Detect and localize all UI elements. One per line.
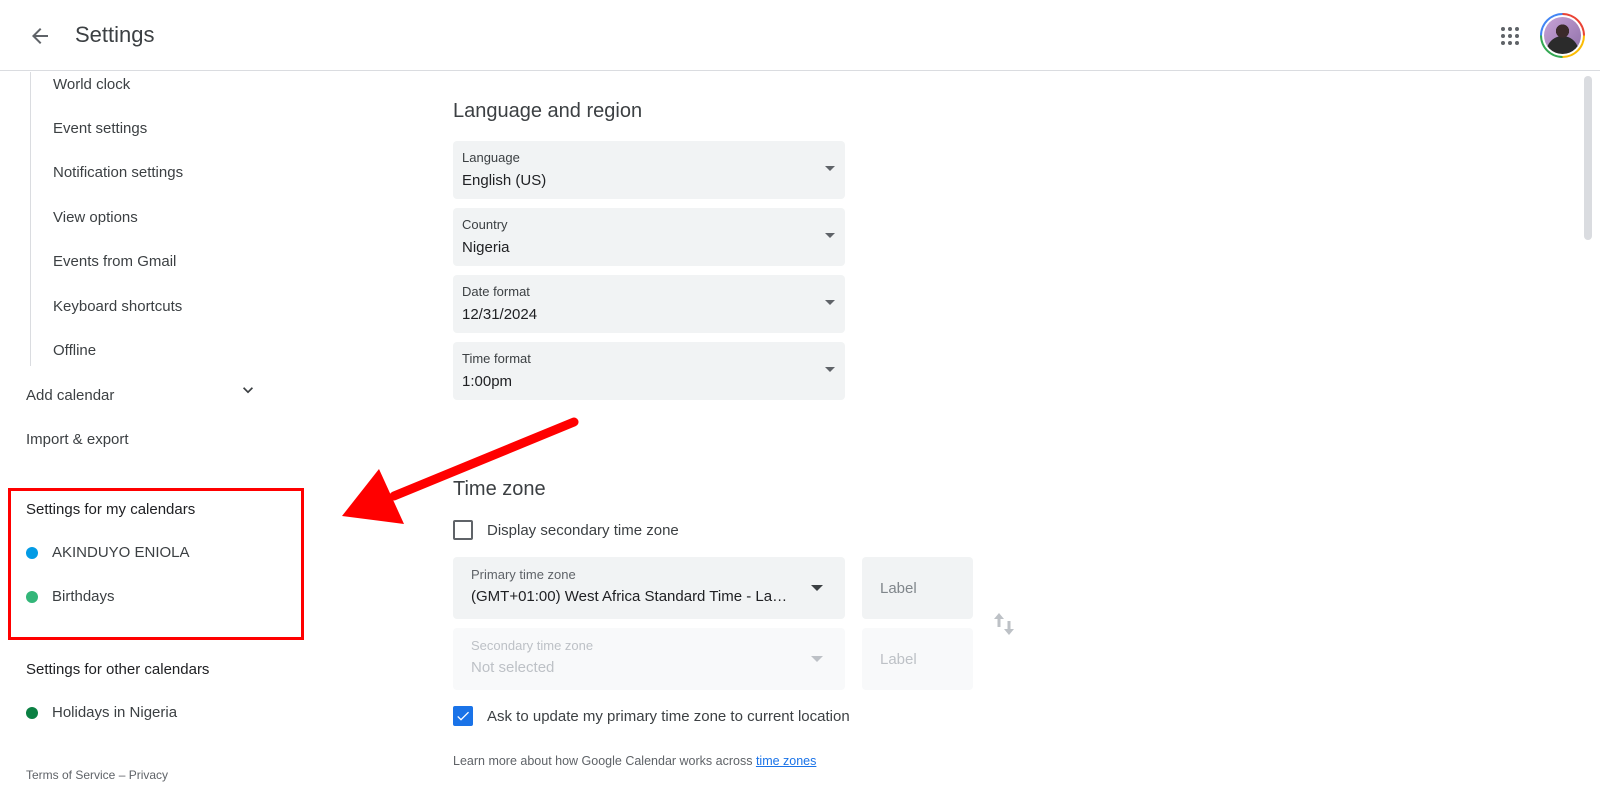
calendar-item-holidays-in-nigeria[interactable]: Holidays in Nigeria (26, 704, 177, 721)
field-value: (GMT+01:00) West Africa Standard Time - … (471, 588, 791, 605)
avatar-photo (1544, 17, 1581, 54)
page-title: Settings (75, 22, 155, 47)
secondary-tz-label-input (862, 628, 973, 690)
checkbox-unchecked[interactable] (453, 520, 473, 540)
checkbox-label: Display secondary time zone (487, 521, 679, 539)
checkbox-checked[interactable] (453, 706, 473, 726)
sidebar-item-offline[interactable]: Offline (53, 342, 96, 359)
calendar-color-dot (26, 706, 38, 719)
field-label: Time format (462, 351, 531, 366)
dropdown-arrow-icon (811, 585, 823, 591)
date-format-select[interactable]: Date format 12/31/2024 (453, 275, 845, 333)
field-label: Primary time zone (471, 567, 576, 582)
language-select[interactable]: Language English (US) (453, 141, 845, 199)
field-label: Date format (462, 284, 530, 299)
learn-more-text: Learn more about how Google Calendar wor… (453, 754, 816, 768)
sidebar-item-import-export[interactable]: Import & export (26, 431, 129, 448)
other-calendars-heading: Settings for other calendars (26, 661, 210, 678)
back-button[interactable] (20, 16, 60, 56)
privacy-link[interactable]: Privacy (129, 768, 168, 782)
checkbox-label: Ask to update my primary time zone to cu… (487, 707, 850, 725)
field-label: Language (462, 150, 520, 165)
field-value: 1:00pm (462, 373, 513, 390)
apps-grid-icon (1501, 27, 1519, 45)
learn-more-prefix: Learn more about how Google Calendar wor… (453, 754, 756, 768)
country-select[interactable]: Country Nigeria (453, 208, 845, 266)
sidebar-item-add-calendar[interactable]: Add calendar (26, 387, 114, 404)
secondary-time-zone-select: Secondary time zone Not selected (453, 628, 845, 690)
calendar-name: Holidays in Nigeria (52, 704, 178, 721)
sidebar-item-events-from-gmail[interactable]: Events from Gmail (53, 253, 176, 270)
time-zone-heading: Time zone (453, 478, 546, 500)
swap-vert-icon[interactable] (992, 610, 1016, 638)
ask-update-tz-checkbox[interactable]: Ask to update my primary time zone to cu… (453, 706, 850, 726)
vertical-scrollbar[interactable] (1584, 76, 1592, 240)
footer-links: Terms of Service – Privacy (26, 768, 168, 782)
time-zones-link[interactable]: time zones (756, 754, 816, 768)
sidebar-item-event-settings[interactable]: Event settings (53, 120, 147, 137)
account-avatar[interactable] (1540, 13, 1585, 58)
field-label: Country (462, 217, 508, 232)
avatar-ring (1542, 15, 1583, 56)
language-region-heading: Language and region (453, 100, 643, 122)
dropdown-arrow-icon (811, 656, 823, 662)
chevron-down-icon[interactable] (238, 380, 258, 400)
sidebar-item-world-clock[interactable]: World clock (53, 76, 130, 93)
primary-time-zone-select[interactable]: Primary time zone (GMT+01:00) West Afric… (453, 557, 845, 619)
footer-separator: – (115, 768, 129, 782)
google-apps-button[interactable] (1490, 16, 1530, 56)
field-label: Secondary time zone (471, 638, 594, 653)
arrow-back-icon (32, 28, 48, 44)
field-value: Not selected (471, 659, 555, 676)
display-secondary-tz-checkbox[interactable]: Display secondary time zone (453, 520, 679, 540)
top-app-bar: Settings (0, 0, 1600, 71)
terms-link[interactable]: Terms of Service (26, 768, 115, 782)
sidebar-item-view-options[interactable]: View options (53, 209, 138, 226)
settings-sidebar: World clock Event settings Notification … (0, 72, 310, 793)
submenu-guide-line (30, 72, 31, 366)
checkmark-icon (457, 711, 469, 721)
field-value: English (US) (462, 172, 547, 189)
sidebar-item-keyboard-shortcuts[interactable]: Keyboard shortcuts (53, 298, 182, 315)
time-format-select[interactable]: Time format 1:00pm (453, 342, 845, 400)
dropdown-arrow-icon (825, 300, 835, 305)
dropdown-arrow-icon (825, 367, 835, 372)
annotation-arrow-head (342, 469, 404, 524)
primary-tz-label-input[interactable] (862, 557, 973, 619)
sidebar-item-notification-settings[interactable]: Notification settings (53, 164, 183, 181)
dropdown-arrow-icon (825, 233, 835, 238)
dropdown-arrow-icon (825, 166, 835, 171)
annotation-highlight-box (8, 488, 304, 640)
field-value: Nigeria (462, 239, 510, 256)
field-value: 12/31/2024 (462, 306, 538, 323)
